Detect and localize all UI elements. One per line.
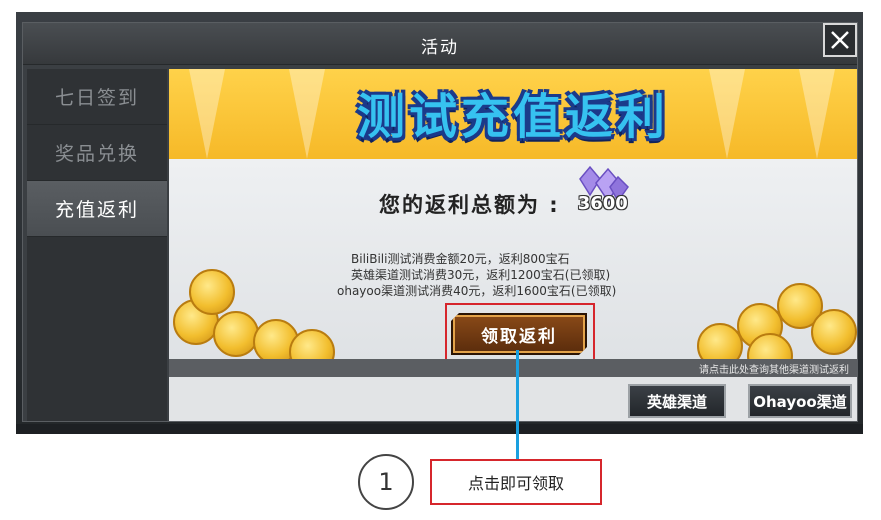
rebate-total-row: 您的返利总额为 : 3600 bbox=[379, 165, 638, 221]
rebate-record-list: BiliBili测试消费金额20元，返利800宝石 英雄渠道测试消费30元，返利… bbox=[337, 251, 616, 299]
rebate-total-label: 您的返利总额为 : bbox=[379, 193, 560, 217]
content-panel: 测试充值返利 您的返利总额为 : 3600 BiliBili测试消费金额20元，… bbox=[169, 69, 857, 421]
banner-title: 测试充值返利 bbox=[356, 89, 669, 145]
sidebar-item-recharge-rebate[interactable]: 充值返利 bbox=[27, 181, 167, 237]
rebate-total-value: 3600 bbox=[577, 193, 628, 214]
title-bar: 活动 bbox=[23, 23, 857, 65]
dialog-title: 活动 bbox=[421, 38, 459, 58]
sidebar-item-prize-exchange[interactable]: 奖品兑换 bbox=[27, 125, 167, 181]
ohayoo-channel-button[interactable]: Ohayoo渠道 bbox=[748, 384, 852, 418]
list-item: BiliBili测试消费金额20元，返利800宝石 bbox=[351, 252, 570, 266]
annotation-note: 点击即可领取 bbox=[430, 459, 602, 505]
gem-icon: 3600 bbox=[572, 165, 638, 221]
query-other-channels-link[interactable]: 请点击此处查询其他渠道测试返利 bbox=[699, 361, 849, 376]
activity-dialog: 活动 七日签到 奖品兑换 充值返利 测试充值返利 您的返利总额为: 3600 … bbox=[22, 22, 858, 422]
rebate-info-area: 您的返利总额为 : 3600 BiliBili测试消费金额20元，返利800宝石… bbox=[169, 159, 857, 379]
sidebar-item-seven-day-signin[interactable]: 七日签到 bbox=[27, 69, 167, 125]
close-button[interactable] bbox=[823, 23, 857, 57]
list-item: 英雄渠道测试消费30元，返利1200宝石(已领取) bbox=[351, 268, 611, 282]
query-bar: 请点击此处查询其他渠道测试返利 bbox=[169, 359, 857, 377]
gold-coins-right-decoration bbox=[687, 249, 857, 379]
annotation-connector-line bbox=[516, 350, 519, 466]
close-icon bbox=[831, 31, 849, 49]
claim-rebate-button[interactable]: 领取返利 bbox=[451, 313, 587, 355]
step-number-badge: 1 bbox=[358, 454, 414, 510]
sidebar: 七日签到 奖品兑换 充值返利 bbox=[27, 69, 167, 421]
hero-channel-button[interactable]: 英雄渠道 bbox=[628, 384, 726, 418]
banner: 测试充值返利 bbox=[169, 69, 857, 159]
gold-coins-left-decoration bbox=[169, 249, 339, 375]
list-item: ohayoo渠道测试消费40元，返利1600宝石(已领取) bbox=[337, 284, 617, 298]
